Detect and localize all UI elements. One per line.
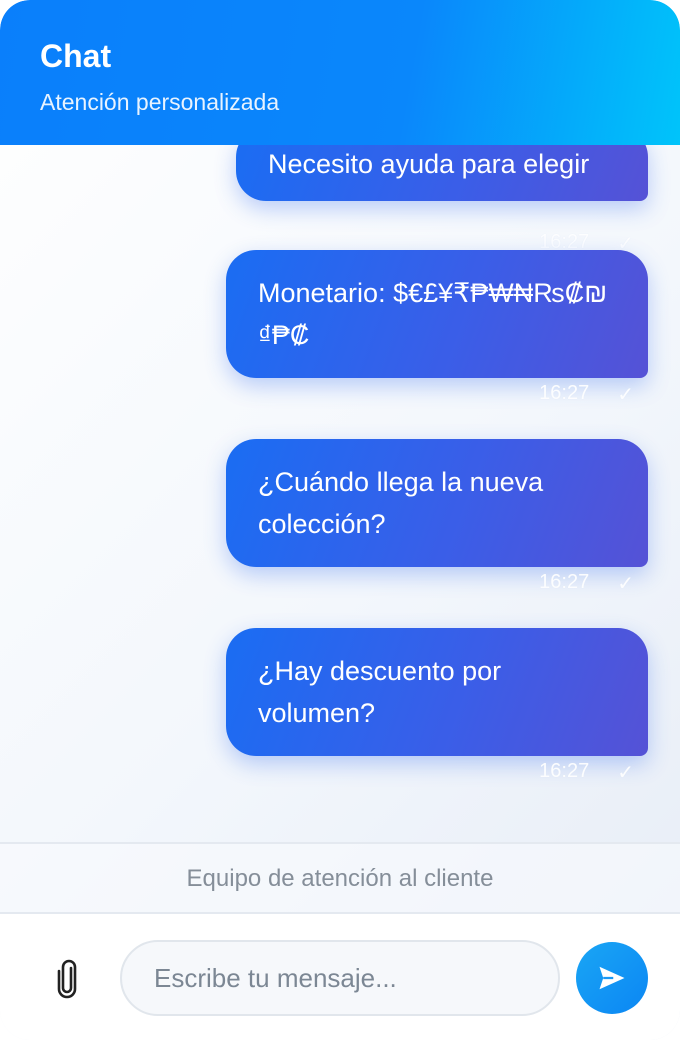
read-check-icon: ✓ xyxy=(617,762,634,784)
attach-button[interactable] xyxy=(44,956,90,1002)
message-text: ¿Hay descuento por volumen? xyxy=(258,656,502,728)
message-bubble: Necesito ayuda para elegir xyxy=(236,145,648,201)
message-time: 16:27 xyxy=(539,760,590,782)
message-text: ¿Cuándo llega la nueva colección? xyxy=(258,467,544,539)
read-check-icon: ✓ xyxy=(617,573,634,595)
message-bubble: ¿Cuándo llega la nueva colección? xyxy=(226,439,648,567)
message-meta: 16:27 ✓ xyxy=(539,571,634,596)
message-text: Monetario: $€£¥₹₱₩₦₨₡₪₫₱₡ xyxy=(258,278,608,350)
message-meta: 16:27 ✓ xyxy=(539,760,634,785)
read-check-icon: ✓ xyxy=(617,384,634,406)
message-bubble: Monetario: $€£¥₹₱₩₦₨₡₪₫₱₡ xyxy=(226,250,648,378)
message-text: Necesito ayuda para elegir xyxy=(268,149,590,179)
chat-title: Chat xyxy=(40,38,112,74)
message-item: ¿Hay descuento por volumen? 16:27 ✓ xyxy=(226,628,648,784)
chat-header: Chat Atención personalizada xyxy=(0,0,680,145)
message-list[interactable]: Necesito ayuda para elegir 16:27 ✓ Monet… xyxy=(0,145,680,842)
chat-widget: Chat Atención personalizada Necesito ayu… xyxy=(0,0,680,1040)
message-item: ¿Cuándo llega la nueva colección? 16:27 … xyxy=(226,439,648,595)
team-note: Equipo de atención al cliente xyxy=(0,842,680,914)
message-item: Monetario: $€£¥₹₱₩₦₨₡₪₫₱₡ 16:27 ✓ xyxy=(226,250,648,406)
message-time: 16:27 xyxy=(539,571,590,593)
composer-bar xyxy=(0,914,680,1040)
send-icon xyxy=(599,966,625,990)
message-meta: 16:27 ✓ xyxy=(539,382,634,407)
chat-subtitle: Atención personalizada xyxy=(40,89,280,115)
message-bubble: ¿Hay descuento por volumen? xyxy=(226,628,648,756)
send-button[interactable] xyxy=(576,942,648,1014)
message-input[interactable] xyxy=(120,940,560,1016)
message-item: Necesito ayuda para elegir 16:27 ✓ xyxy=(236,145,648,255)
paperclip-icon xyxy=(57,959,77,999)
message-time: 16:27 xyxy=(539,382,590,404)
